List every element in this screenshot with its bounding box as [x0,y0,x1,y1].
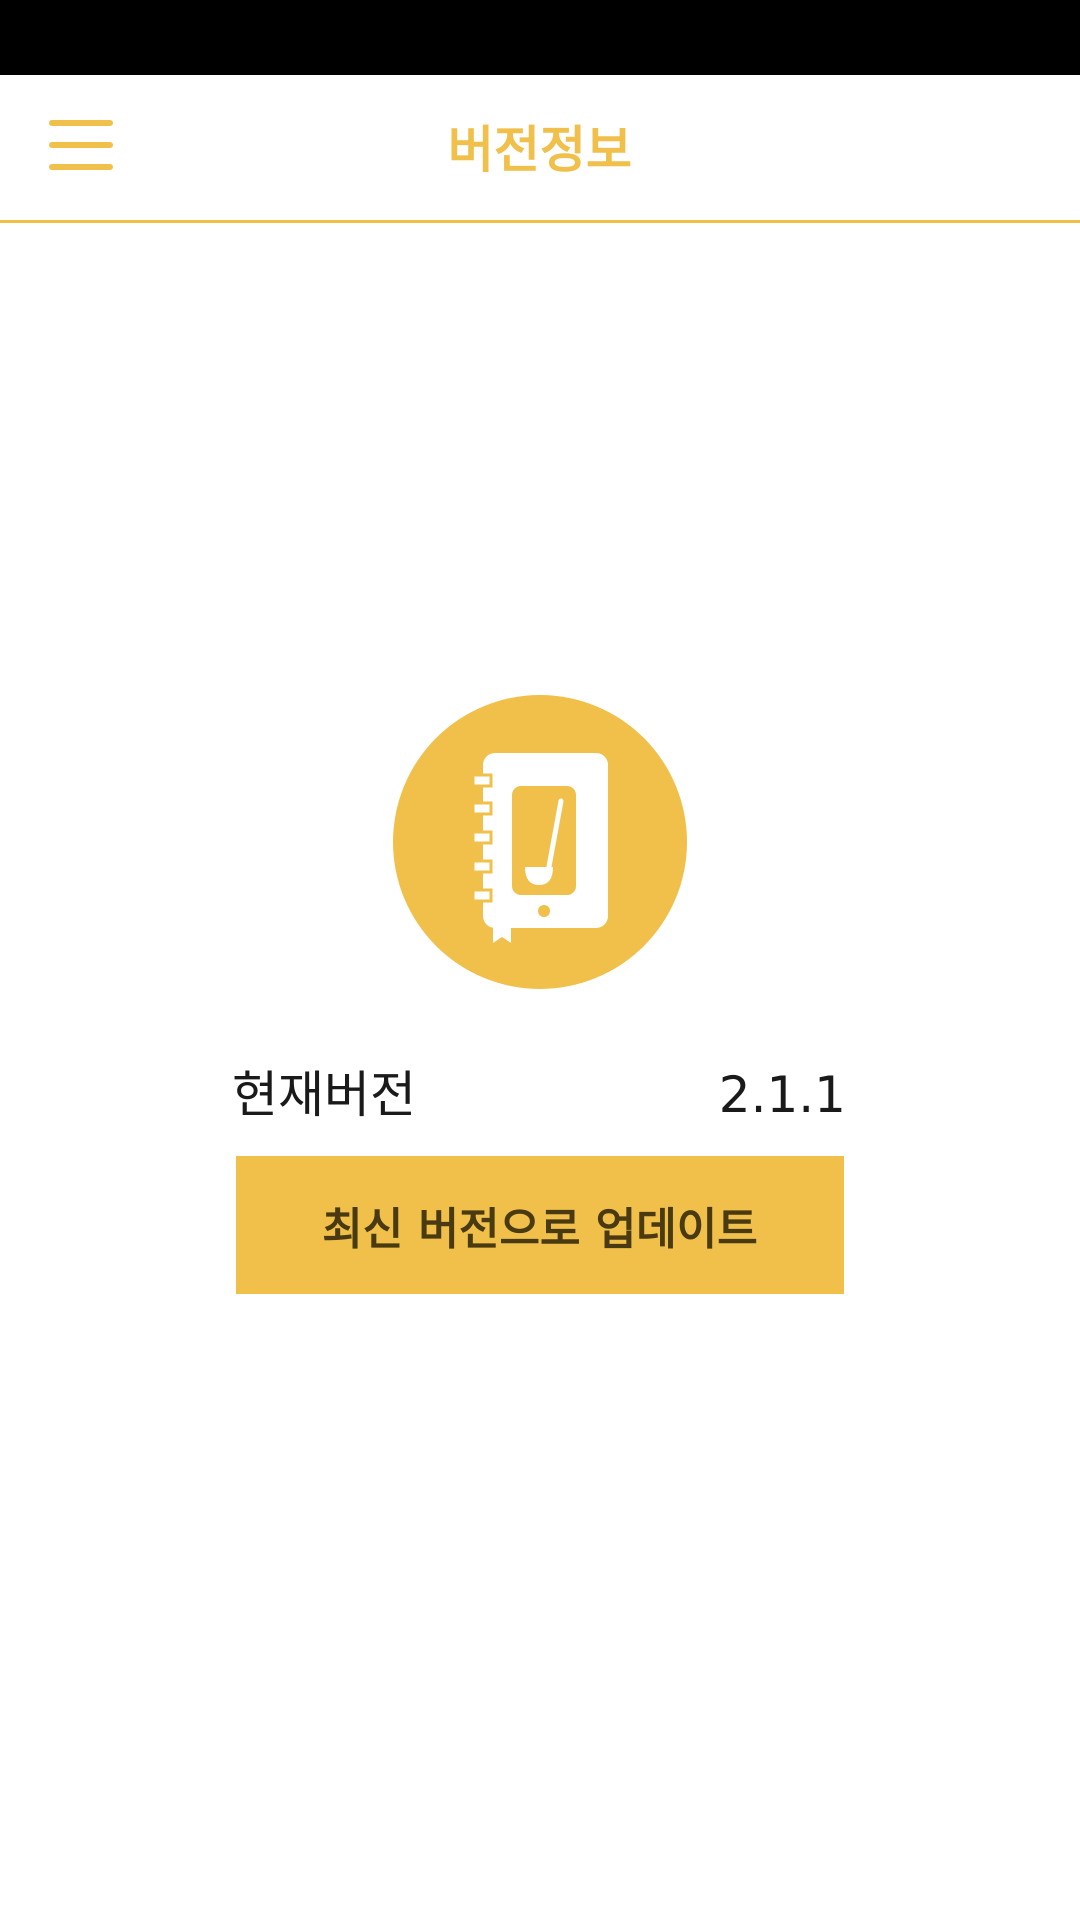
current-version-row: 현재버전 2.1.1 [232,1060,846,1130]
app-header: 버전정보 [0,75,1080,223]
app-logo [393,695,687,989]
page-title: 버전정보 [448,121,632,179]
current-version-value: 2.1.1 [718,1066,846,1124]
recipe-book-ladle-icon [393,695,687,989]
menu-button[interactable] [40,110,120,180]
status-bar [0,0,1080,75]
current-version-label: 현재버전 [232,1066,416,1124]
update-to-latest-button[interactable]: 최신 버전으로 업데이트 [236,1156,844,1294]
